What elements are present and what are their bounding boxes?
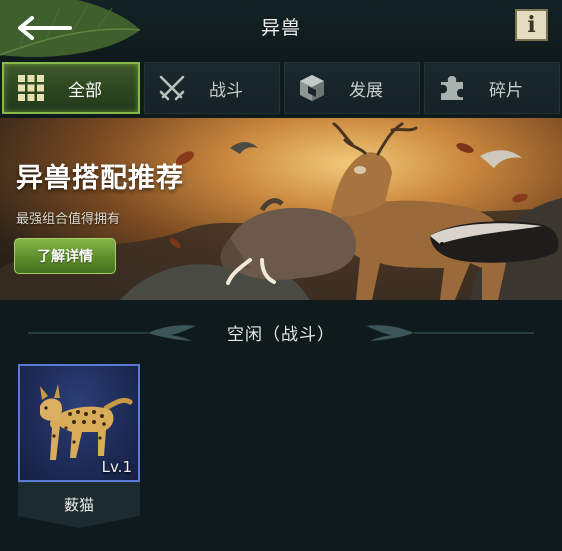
tab-battle-label: 战斗 bbox=[209, 80, 243, 101]
grid-icon bbox=[18, 75, 44, 101]
beast-level: Lv.1 bbox=[101, 458, 132, 476]
tab-battle[interactable]: 战斗 bbox=[144, 62, 280, 114]
section-header: 空闲（战斗） bbox=[0, 312, 562, 352]
tab-fragments-label: 碎片 bbox=[489, 80, 523, 101]
tab-development-label: 发展 bbox=[349, 80, 383, 101]
beast-name: 薮猫 bbox=[63, 496, 94, 514]
tab-all[interactable]: 全部 bbox=[2, 62, 140, 114]
top-bar: 异兽 i bbox=[0, 0, 562, 57]
info-button[interactable]: i bbox=[515, 9, 548, 41]
tab-fragments[interactable]: 碎片 bbox=[424, 62, 560, 114]
beast-card[interactable]: Lv.1 薮猫 bbox=[18, 364, 140, 528]
category-tabs: 全部 战斗 发展 碎片 bbox=[0, 62, 562, 116]
beast-portrait-frame: Lv.1 bbox=[18, 364, 140, 482]
learn-more-button[interactable]: 了解详情 bbox=[14, 238, 116, 274]
info-icon: i bbox=[527, 12, 536, 38]
right-wing-ornament bbox=[366, 325, 534, 341]
crossed-swords-icon bbox=[159, 75, 185, 101]
puzzle-piece-icon bbox=[441, 76, 463, 100]
banner-subtitle: 最强组合值得拥有 bbox=[16, 212, 121, 227]
tab-all-label: 全部 bbox=[68, 80, 102, 101]
tab-development[interactable]: 发展 bbox=[284, 62, 420, 114]
page-title: 异兽 bbox=[260, 17, 301, 39]
serval-portrait bbox=[40, 384, 133, 460]
recommendation-banner[interactable]: 异兽搭配推荐 最强组合值得拥有 了解详情 bbox=[0, 118, 562, 300]
cube-icon bbox=[300, 75, 324, 101]
banner-title: 异兽搭配推荐 bbox=[16, 163, 184, 194]
